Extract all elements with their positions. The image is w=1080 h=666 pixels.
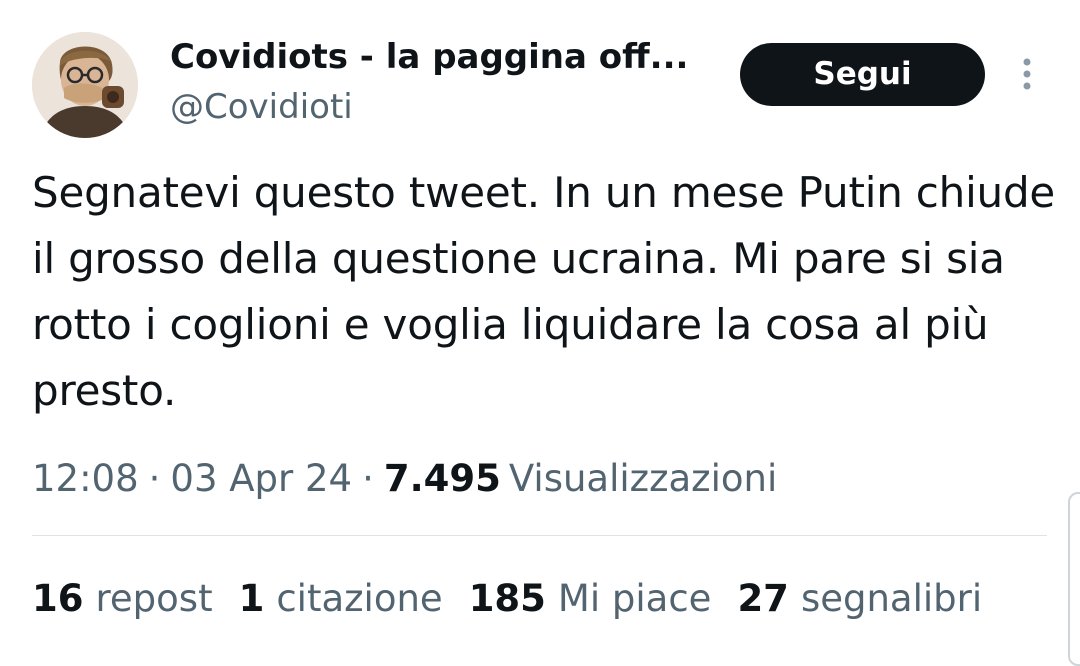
views-label: Visualizzazioni <box>508 457 778 500</box>
quotes-stat[interactable]: 1 citazione <box>239 572 443 626</box>
meta-separator: · <box>148 457 161 500</box>
reposts-count: 16 <box>32 577 84 620</box>
person-with-gas-mask-avatar-icon <box>32 32 138 138</box>
tweet-meta: 12:08 · 03 Apr 24 · 7.495 Visualizzazioni <box>32 452 777 506</box>
reposts-stat[interactable]: 16 repost <box>32 572 213 626</box>
follow-button[interactable]: Segui <box>740 43 985 106</box>
avatar[interactable] <box>32 32 138 138</box>
likes-label: Mi piace <box>557 577 712 620</box>
tweet-card: Covidiots - la paggina off... @Covidioti… <box>0 0 1080 666</box>
likes-stat[interactable]: 185 Mi piace <box>469 572 712 626</box>
bookmarks-count: 27 <box>737 577 789 620</box>
likes-count: 185 <box>468 577 546 620</box>
meta-separator: · <box>362 457 374 500</box>
overlay-panel-edge <box>1068 492 1080 666</box>
quotes-label: citazione <box>276 577 443 620</box>
engagement-stats: 16 repost 1 citazione 185 Mi piace 27 segnalibr… <box>32 572 1008 626</box>
quotes-count: 1 <box>238 577 265 620</box>
reposts-label: repost <box>95 577 213 620</box>
author-handle[interactable]: @Covidioti <box>170 84 353 130</box>
bookmarks-label: segnalibri <box>800 577 983 620</box>
more-vertical-icon[interactable] <box>1015 56 1039 96</box>
views-count: 7.495 <box>383 457 501 500</box>
author-display-name[interactable]: Covidiots - la paggina off... <box>170 34 710 80</box>
tweet-date[interactable]: 03 Apr 24 <box>170 457 352 500</box>
divider <box>32 535 1047 536</box>
bookmarks-stat[interactable]: 27 segnalibri <box>737 572 982 626</box>
tweet-text: Segnatevi questo tweet. In un mese Putin… <box>32 168 1056 415</box>
tweet-time[interactable]: 12:08 <box>32 457 139 500</box>
